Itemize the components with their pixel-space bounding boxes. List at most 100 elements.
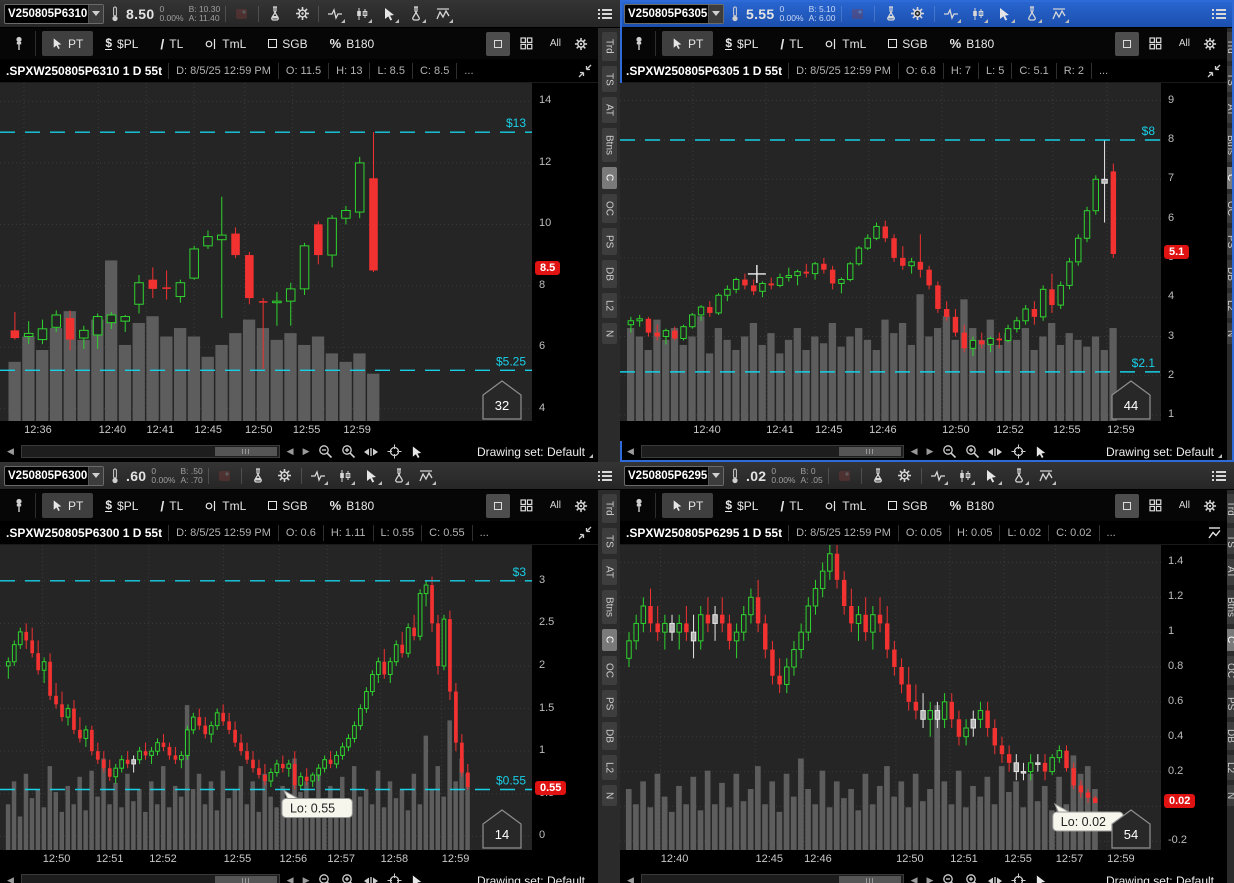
notes-icon[interactable] [214,466,236,486]
tl-tool-button[interactable]: /TL [770,493,813,518]
tl-tool-button[interactable]: /TL [770,31,813,56]
analyze-flask-icon[interactable] [247,466,269,486]
sidebar-tab-n[interactable]: N [1227,323,1234,344]
restore-icon[interactable] [1201,526,1227,540]
tml-tool-button[interactable]: TmL [815,31,876,56]
tml-tool-button[interactable]: TmL [195,31,256,56]
all-button[interactable]: All [1173,500,1196,511]
studies-icon[interactable] [324,4,346,24]
cursor-icon[interactable] [1032,443,1050,461]
pt-tool-button[interactable]: PT [662,31,713,56]
b180-tool-button[interactable]: %B180 [320,31,385,56]
scrollbar-thumb[interactable] [839,876,901,883]
crosshair-target-icon[interactable] [1009,443,1027,461]
grid-layout-icon[interactable] [1144,32,1168,56]
tl-tool-button[interactable]: /TL [150,31,193,56]
pattern-icon[interactable] [967,4,989,24]
chart-plot[interactable]: $3$0.55Lo: 0.5514 [0,545,532,850]
analyze-flask-icon[interactable] [264,4,286,24]
sidebar-tab-ts[interactable]: TS [602,66,617,93]
pan-horizontal-icon[interactable] [986,872,1004,883]
scrollbar-thumb[interactable] [215,876,277,883]
single-cell-layout-button[interactable] [486,494,510,518]
chart-menu-icon[interactable] [594,4,616,24]
single-cell-layout-button[interactable] [1115,32,1139,56]
sidebar-tab-db[interactable]: DB [1227,260,1234,288]
chart-scrollbar[interactable] [641,445,904,458]
sidebar-tab-ps[interactable]: PS [1227,228,1234,255]
scroll-left-arrow-icon[interactable]: ◀ [5,875,16,883]
all-button[interactable]: All [1173,38,1196,49]
sidebar-tab-trd[interactable]: Trd [1227,32,1234,61]
cursor-tool-icon[interactable] [994,4,1016,24]
step-right-icon[interactable]: ▶ [301,875,312,883]
chevron-down-icon[interactable] [88,467,103,485]
pin-icon[interactable] [622,493,656,518]
zoom-in-icon[interactable] [339,443,357,461]
sidebar-tab-oc[interactable]: OC [1227,194,1234,223]
sgb-tool-button[interactable]: SGB [258,31,317,56]
pt-tool-button[interactable]: PT [42,493,93,518]
sgb-tool-button[interactable]: SGB [878,31,937,56]
symbol-dropdown[interactable]: V250805P6310 [4,4,104,24]
pattern-icon[interactable] [954,466,976,486]
zoom-out-icon[interactable] [940,443,958,461]
all-button[interactable]: All [544,38,567,49]
time-axis[interactable]: 12:5012:5112:5212:5512:5612:5712:5812:59 [0,850,598,870]
drawings-icon[interactable] [415,466,437,486]
spl-tool-button[interactable]: $$PL [715,493,768,518]
sidebar-tab-c[interactable]: C [1227,167,1234,188]
settings-gear-icon[interactable] [907,4,929,24]
sidebar-tab-btns[interactable]: Btns [1227,590,1234,624]
sidebar-tab-ps[interactable]: PS [1227,690,1234,717]
toolbar-gear-icon[interactable] [1198,494,1222,518]
strategies-flask-icon[interactable] [388,466,410,486]
zoom-out-icon[interactable] [316,872,334,883]
crosshair-target-icon[interactable] [1009,872,1027,883]
single-cell-layout-button[interactable] [1115,494,1139,518]
strategies-flask-icon[interactable] [405,4,427,24]
notes-icon[interactable] [834,466,856,486]
zoom-in-icon[interactable] [339,872,357,883]
studies-icon[interactable] [307,466,329,486]
zoom-in-icon[interactable] [963,443,981,461]
pan-horizontal-icon[interactable] [362,443,380,461]
sidebar-tab-db[interactable]: DB [602,722,617,750]
cursor-icon[interactable] [408,443,426,461]
price-axis[interactable]: 9876543215.1 [1161,83,1227,421]
cursor-icon[interactable] [408,872,426,883]
b180-tool-button[interactable]: %B180 [940,31,1005,56]
crosshair-target-icon[interactable] [385,443,403,461]
sidebar-tab-l2[interactable]: L2 [1227,293,1234,318]
scrollbar-thumb[interactable] [839,447,901,456]
step-right-icon[interactable]: ▶ [925,875,936,883]
notes-icon[interactable] [231,4,253,24]
step-left-icon[interactable]: ◀ [285,446,296,457]
chevron-down-icon[interactable] [708,467,723,485]
step-right-icon[interactable]: ▶ [925,446,936,457]
studies-icon[interactable] [927,466,949,486]
drawing-set-selector[interactable]: Drawing set: Default [477,874,593,883]
sidebar-tab-db[interactable]: DB [602,260,617,288]
analyze-flask-icon[interactable] [867,466,889,486]
sidebar-tab-ps[interactable]: PS [602,228,617,255]
grid-layout-icon[interactable] [515,32,539,56]
notes-icon[interactable] [847,4,869,24]
pattern-icon[interactable] [351,4,373,24]
zoom-out-icon[interactable] [940,872,958,883]
chart-plot[interactable]: $13$5.2532 [0,83,532,421]
cursor-tool-icon[interactable] [361,466,383,486]
drawing-set-selector[interactable]: Drawing set: Default [1106,874,1222,883]
pin-icon[interactable] [2,31,36,56]
chart-scrollbar[interactable] [21,445,280,458]
time-axis[interactable]: 12:4012:4512:4612:5012:5112:5512:5712:59 [620,850,1227,870]
chart-scrollbar[interactable] [641,874,904,883]
sidebar-tab-n[interactable]: N [602,323,617,344]
sidebar-tab-ts[interactable]: TS [602,528,617,555]
all-button[interactable]: All [544,500,567,511]
sidebar-tab-l2[interactable]: L2 [602,293,617,318]
step-left-icon[interactable]: ◀ [909,446,920,457]
sidebar-tab-at[interactable]: AT [602,97,617,123]
cursor-tool-icon[interactable] [981,466,1003,486]
step-right-icon[interactable]: ▶ [301,446,312,457]
